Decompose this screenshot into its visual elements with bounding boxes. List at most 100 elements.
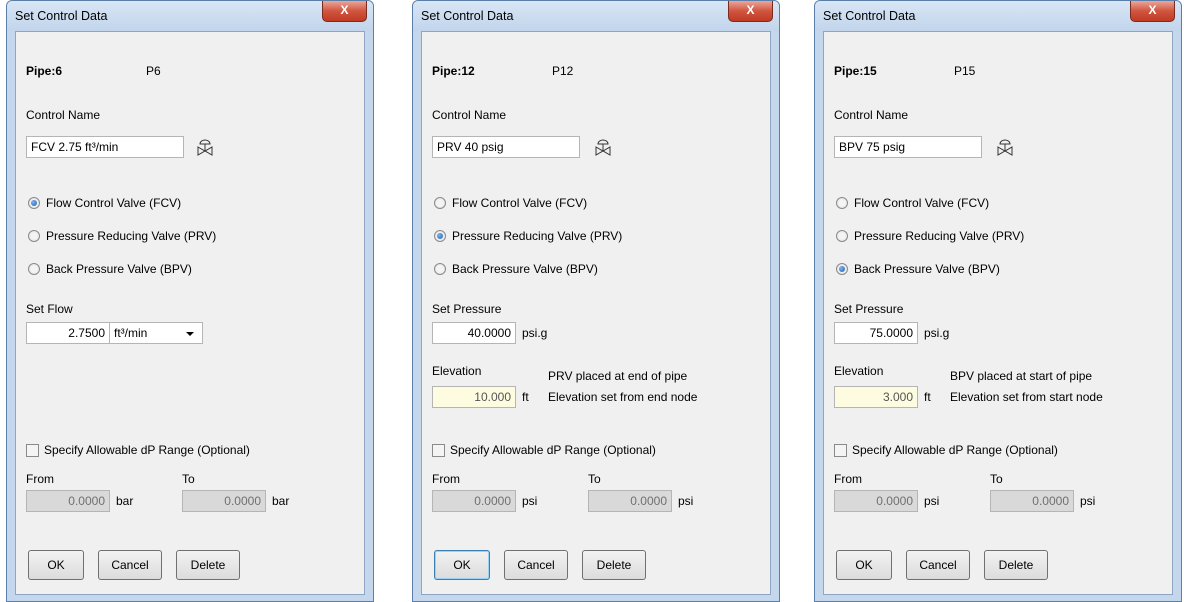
elevation-input[interactable]: 3.000 bbox=[834, 386, 918, 408]
control-name-input[interactable]: PRV 40 psig bbox=[432, 136, 580, 158]
specify-dp-label[interactable]: Specify Allowable dP Range (Optional) bbox=[44, 443, 250, 457]
set-flow-label: Set Flow bbox=[26, 302, 73, 316]
from-input[interactable]: 0.0000 bbox=[834, 490, 918, 512]
prv-radio-label[interactable]: Pressure Reducing Valve (PRV) bbox=[452, 229, 622, 243]
fcv-radio-label[interactable]: Flow Control Valve (FCV) bbox=[452, 196, 587, 210]
control-name-label: Control Name bbox=[26, 108, 101, 122]
close-button[interactable]: X bbox=[1130, 1, 1175, 22]
pressure-unit: psi.g bbox=[924, 326, 950, 340]
pipe-label: Pipe:15 bbox=[834, 64, 877, 78]
bpv-radio[interactable] bbox=[28, 263, 40, 275]
set-pressure-input[interactable]: 75.0000 bbox=[834, 322, 918, 344]
elevation-note: Elevation set from start node bbox=[950, 390, 1103, 404]
from-label: From bbox=[432, 472, 460, 486]
pressure-unit: psi.g bbox=[522, 326, 548, 340]
close-button[interactable]: X bbox=[728, 1, 773, 22]
elevation-label: Elevation bbox=[432, 364, 482, 378]
chevron-down-icon bbox=[186, 332, 194, 336]
pipe-label: Pipe:6 bbox=[26, 64, 63, 78]
window-title: Set Control Data bbox=[421, 9, 514, 23]
to-unit: psi bbox=[1080, 494, 1096, 508]
to-input[interactable]: 0.0000 bbox=[588, 490, 672, 512]
to-unit: bar bbox=[272, 494, 290, 508]
elevation-input[interactable]: 10.000 bbox=[432, 386, 516, 408]
control-name-input[interactable]: BPV 75 psig bbox=[834, 136, 982, 158]
control-name-label: Control Name bbox=[834, 108, 909, 122]
specify-dp-checkbox[interactable] bbox=[432, 444, 445, 457]
window-title: Set Control Data bbox=[823, 9, 916, 23]
delete-button[interactable]: Delete bbox=[582, 550, 646, 580]
specify-dp-checkbox[interactable] bbox=[834, 444, 847, 457]
from-label: From bbox=[834, 472, 862, 486]
bpv-radio-label[interactable]: Back Pressure Valve (BPV) bbox=[854, 262, 1000, 276]
flow-unit-select[interactable]: ft³/min bbox=[109, 322, 203, 344]
close-button[interactable]: X bbox=[322, 1, 367, 22]
pipe-name: P12 bbox=[552, 64, 574, 78]
from-input[interactable]: 0.0000 bbox=[432, 490, 516, 512]
from-unit: psi bbox=[924, 494, 940, 508]
cancel-button[interactable]: Cancel bbox=[906, 550, 970, 580]
to-unit: psi bbox=[678, 494, 694, 508]
ok-button[interactable]: OK bbox=[836, 550, 892, 580]
dialog-set-control-data-pipe-6: Set Control Data X Pipe:6 P6 Control Nam… bbox=[6, 0, 374, 602]
dialog-body: Pipe:15 P15 Control Name BPV 75 psig Flo… bbox=[823, 31, 1173, 595]
prv-radio-label[interactable]: Pressure Reducing Valve (PRV) bbox=[46, 229, 216, 243]
control-name-label: Control Name bbox=[432, 108, 507, 122]
ok-button[interactable]: OK bbox=[434, 550, 490, 580]
control-name-input[interactable]: FCV 2.75 ft³/min bbox=[26, 136, 184, 158]
title-bar[interactable]: Set Control Data X bbox=[7, 1, 373, 31]
window-title: Set Control Data bbox=[15, 9, 108, 23]
bpv-radio-label[interactable]: Back Pressure Valve (BPV) bbox=[46, 262, 192, 276]
bpv-radio[interactable] bbox=[434, 263, 446, 275]
pipe-label: Pipe:12 bbox=[432, 64, 475, 78]
from-label: From bbox=[26, 472, 54, 486]
from-input[interactable]: 0.0000 bbox=[26, 490, 110, 512]
valve-icon[interactable] bbox=[996, 138, 1014, 156]
set-pressure-label: Set Pressure bbox=[834, 302, 904, 316]
set-pressure-label: Set Pressure bbox=[432, 302, 502, 316]
to-label: To bbox=[588, 472, 601, 486]
from-unit: psi bbox=[522, 494, 538, 508]
fcv-radio[interactable] bbox=[28, 197, 40, 209]
from-unit: bar bbox=[116, 494, 134, 508]
pipe-name: P6 bbox=[146, 64, 161, 78]
placement-note: BPV placed at start of pipe bbox=[950, 369, 1093, 383]
prv-radio-label[interactable]: Pressure Reducing Valve (PRV) bbox=[854, 229, 1024, 243]
specify-dp-label[interactable]: Specify Allowable dP Range (Optional) bbox=[852, 443, 1058, 457]
fcv-radio-label[interactable]: Flow Control Valve (FCV) bbox=[46, 196, 181, 210]
set-pressure-input[interactable]: 40.0000 bbox=[432, 322, 516, 344]
elevation-unit: ft bbox=[522, 390, 529, 404]
bpv-radio-label[interactable]: Back Pressure Valve (BPV) bbox=[452, 262, 598, 276]
specify-dp-label[interactable]: Specify Allowable dP Range (Optional) bbox=[450, 443, 656, 457]
to-label: To bbox=[990, 472, 1003, 486]
prv-radio[interactable] bbox=[28, 230, 40, 242]
dialog-set-control-data-pipe-15: Set Control Data X Pipe:15 P15 Control N… bbox=[814, 0, 1182, 602]
elevation-label: Elevation bbox=[834, 364, 884, 378]
elevation-unit: ft bbox=[924, 390, 931, 404]
prv-radio[interactable] bbox=[836, 230, 848, 242]
to-input[interactable]: 0.0000 bbox=[990, 490, 1074, 512]
cancel-button[interactable]: Cancel bbox=[98, 550, 162, 580]
specify-dp-checkbox[interactable] bbox=[26, 444, 39, 457]
dialog-set-control-data-pipe-12: Set Control Data X Pipe:12 P12 Control N… bbox=[412, 0, 780, 602]
dialog-body: Pipe:6 P6 Control Name FCV 2.75 ft³/min … bbox=[15, 31, 365, 595]
ok-button[interactable]: OK bbox=[28, 550, 84, 580]
set-flow-input[interactable]: 2.7500 bbox=[26, 322, 110, 344]
valve-icon[interactable] bbox=[196, 138, 214, 156]
fcv-radio[interactable] bbox=[434, 197, 446, 209]
fcv-radio[interactable] bbox=[836, 197, 848, 209]
elevation-note: Elevation set from end node bbox=[548, 390, 698, 404]
placement-note: PRV placed at end of pipe bbox=[548, 369, 688, 383]
to-label: To bbox=[182, 472, 195, 486]
valve-icon[interactable] bbox=[594, 138, 612, 156]
delete-button[interactable]: Delete bbox=[176, 550, 240, 580]
title-bar[interactable]: Set Control Data X bbox=[413, 1, 779, 31]
to-input[interactable]: 0.0000 bbox=[182, 490, 266, 512]
fcv-radio-label[interactable]: Flow Control Valve (FCV) bbox=[854, 196, 989, 210]
bpv-radio[interactable] bbox=[836, 263, 848, 275]
title-bar[interactable]: Set Control Data X bbox=[815, 1, 1181, 31]
cancel-button[interactable]: Cancel bbox=[504, 550, 568, 580]
delete-button[interactable]: Delete bbox=[984, 550, 1048, 580]
prv-radio[interactable] bbox=[434, 230, 446, 242]
dialog-body: Pipe:12 P12 Control Name PRV 40 psig Flo… bbox=[421, 31, 771, 595]
